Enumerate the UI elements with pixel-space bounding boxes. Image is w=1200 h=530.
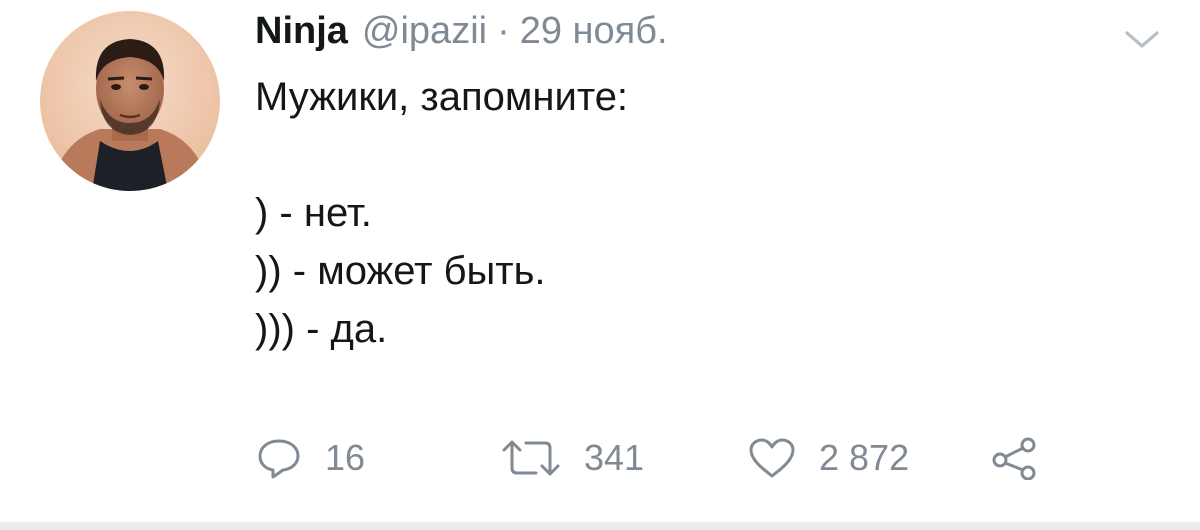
tweet-header: Ninja @ipazii · 29 нояб. (255, 10, 668, 60)
tweet-line: Мужики, запомните: (255, 75, 629, 119)
separator-dot: · (497, 10, 510, 52)
author-handle[interactable]: @ipazii (362, 10, 487, 53)
share-icon (990, 436, 1040, 480)
retweet-icon (500, 436, 562, 480)
divider (0, 522, 1200, 530)
reply-icon (255, 436, 303, 480)
share-button[interactable] (990, 428, 1040, 488)
reply-button[interactable]: 16 (255, 428, 365, 488)
tweet-text: Мужики, запомните: ) - нет. )) - может б… (255, 68, 1115, 358)
like-count: 2 872 (819, 437, 910, 478)
retweet-count: 341 (584, 437, 645, 478)
retweet-button[interactable]: 341 (500, 428, 644, 488)
tweet-line: )) - может быть. (255, 249, 546, 293)
tweet-line: ))) - да. (255, 307, 388, 351)
author-name[interactable]: Ninja (255, 10, 348, 53)
tweet-date[interactable]: 29 нояб. (520, 10, 668, 53)
avatar[interactable] (40, 11, 220, 191)
tweet-line: ) - нет. (255, 191, 372, 235)
tweet-actions: 16 341 2 872 (255, 428, 1115, 488)
tweet-card[interactable]: Ninja @ipazii · 29 нояб. Мужики, запомни… (0, 0, 1200, 522)
chevron-down-icon[interactable] (1124, 30, 1160, 50)
reply-count: 16 (325, 437, 366, 478)
like-button[interactable]: 2 872 (747, 428, 909, 488)
heart-icon (747, 436, 797, 480)
